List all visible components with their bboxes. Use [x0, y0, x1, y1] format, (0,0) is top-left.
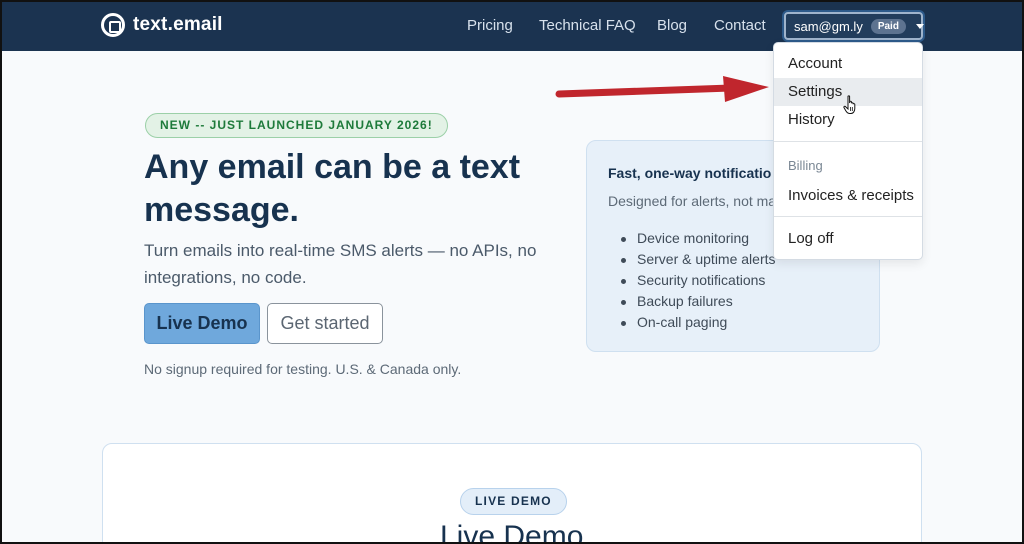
- list-item: Backup failures: [619, 291, 776, 312]
- plan-badge: Paid: [870, 18, 906, 34]
- user-dropdown-menu: Account Settings History Billing Invoice…: [773, 42, 923, 260]
- hand-pointer-cursor-icon: [843, 95, 856, 114]
- brand[interactable]: text.email: [101, 13, 223, 37]
- section-badge: LIVE DEMO: [460, 488, 567, 515]
- user-email: sam@gm.ly: [794, 18, 863, 34]
- menu-divider: [774, 216, 922, 217]
- list-item: On-call paging: [619, 312, 776, 333]
- annotation-arrow-icon: [555, 76, 769, 102]
- menu-divider: [774, 141, 922, 142]
- live-demo-button[interactable]: Live Demo: [144, 303, 260, 344]
- nav-link-contact[interactable]: Contact: [714, 17, 766, 34]
- chat-bubble-logo-icon: [101, 13, 125, 37]
- nav-link-technical-faq[interactable]: Technical FAQ: [539, 17, 636, 34]
- nav-link-pricing[interactable]: Pricing: [467, 17, 513, 34]
- hero-title: Any email can be a text message.: [144, 148, 521, 229]
- list-item: Security notifications: [619, 270, 776, 291]
- menu-item-invoices[interactable]: Invoices & receipts: [774, 182, 922, 210]
- card-title: Fast, one-way notificatio: [608, 165, 772, 181]
- user-menu-button[interactable]: sam@gm.ly Paid: [784, 12, 924, 40]
- menu-section-billing: Billing: [788, 158, 823, 173]
- menu-item-account[interactable]: Account: [774, 50, 922, 78]
- nav-link-blog[interactable]: Blog: [657, 17, 687, 34]
- section-title: Live Demo: [440, 520, 584, 544]
- brand-name: text.email: [133, 14, 223, 35]
- list-item: Server & uptime alerts: [619, 249, 776, 270]
- get-started-button[interactable]: Get started: [267, 303, 383, 344]
- feature-list: Device monitoring Server & uptime alerts…: [619, 228, 776, 333]
- card-description: Designed for alerts, not ma: [608, 193, 777, 209]
- hero-subtitle: Turn emails into real-time SMS alerts — …: [144, 241, 537, 287]
- list-item: Device monitoring: [619, 228, 776, 249]
- caret-down-icon: [915, 23, 924, 29]
- announcement-badge: NEW -- JUST LAUNCHED JANUARY 2026!: [145, 113, 448, 138]
- menu-item-log-off[interactable]: Log off: [774, 225, 922, 253]
- hero-note: No signup required for testing. U.S. & C…: [144, 361, 462, 377]
